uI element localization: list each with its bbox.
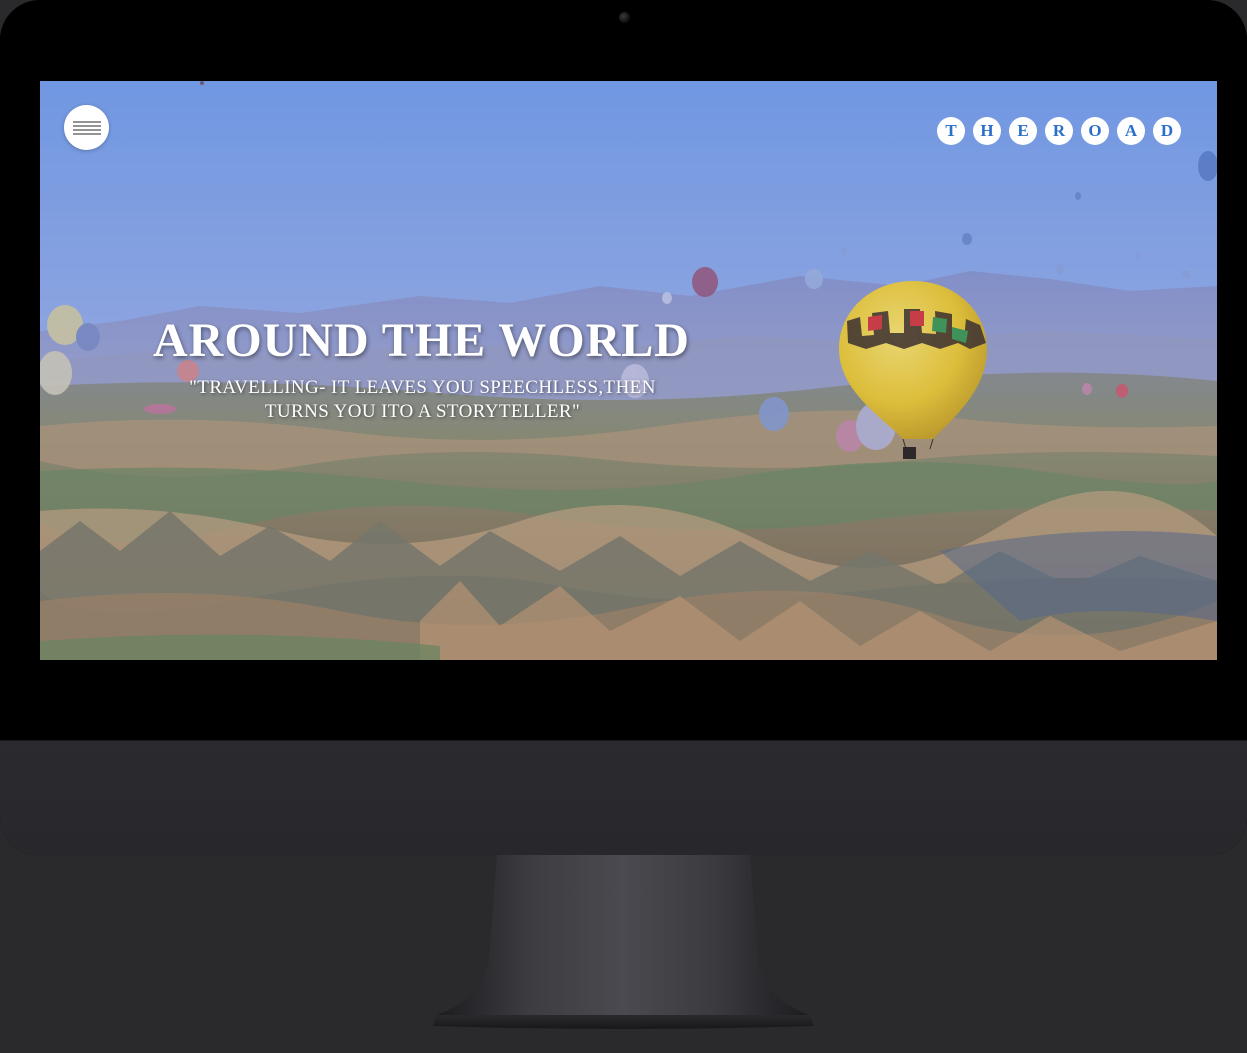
hero-quote: "TRAVELLING- IT LEAVES YOU SPEECHLESS,TH… <box>150 376 695 424</box>
brand-letter: R <box>1045 117 1073 145</box>
website-screen: T H E R O A D AROUND THE WORLD "TRAVELLI… <box>40 81 1217 660</box>
hero-quote-line-1: "TRAVELLING- IT LEAVES YOU SPEECHLESS,TH… <box>189 377 656 398</box>
brand-letter: T <box>937 117 965 145</box>
monitor: T H E R O A D AROUND THE WORLD "TRAVELLI… <box>0 0 1247 855</box>
monitor-chin <box>0 740 1247 855</box>
hero-title: AROUND THE WORLD <box>153 314 690 367</box>
brand-logo[interactable]: T H E R O A D <box>937 117 1181 145</box>
brand-letter: O <box>1081 117 1109 145</box>
brand-letter: D <box>1153 117 1181 145</box>
hero-tint-overlay <box>40 81 1217 660</box>
hero-quote-line-2: TURNS YOU ITO A STORYTELLER" <box>264 401 581 422</box>
menu-button[interactable] <box>64 105 109 150</box>
camera-icon <box>619 12 630 23</box>
brand-letter: H <box>973 117 1001 145</box>
brand-letter: A <box>1117 117 1145 145</box>
brand-letter: E <box>1009 117 1037 145</box>
desktop-background: T H E R O A D AROUND THE WORLD "TRAVELLI… <box>0 0 1247 1053</box>
hamburger-icon <box>72 120 101 135</box>
